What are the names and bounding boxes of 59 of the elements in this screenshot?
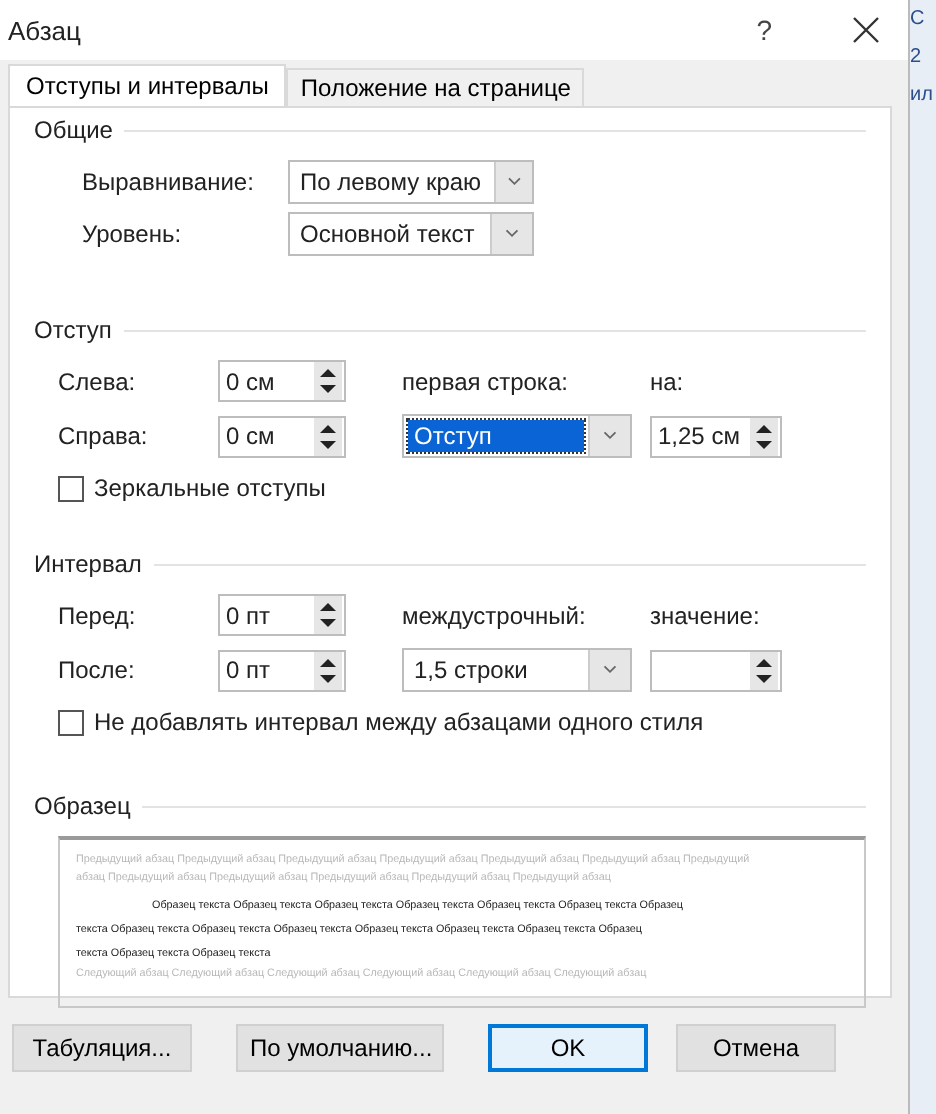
spin-value: 0 см bbox=[224, 422, 277, 450]
field-label: Слева: bbox=[56, 367, 138, 395]
close-icon[interactable] bbox=[852, 16, 880, 44]
field-label: междустрочный: bbox=[402, 601, 588, 629]
background-text: С bbox=[910, 8, 925, 30]
dropdown-value: 1,5 строки bbox=[412, 654, 530, 686]
spin-arrows-icon[interactable] bbox=[314, 596, 342, 634]
field-label: После: bbox=[56, 656, 137, 684]
dropdown[interactable]: 1,5 строки bbox=[402, 648, 632, 692]
section-title: Образец bbox=[34, 792, 131, 820]
checkbox[interactable] bbox=[58, 475, 84, 501]
spin-value: 0 см bbox=[224, 367, 277, 395]
background-text: 2 bbox=[910, 46, 922, 68]
section-title: Отступ bbox=[34, 316, 112, 344]
checkbox-label: Не добавлять интервал между абзацами одного стиля bbox=[94, 708, 704, 736]
dropdown[interactable]: Основной текст bbox=[288, 212, 534, 256]
spin-arrows-icon[interactable] bbox=[314, 651, 342, 689]
field-label: Выравнивание: bbox=[80, 168, 256, 196]
tab[interactable]: Положение на странице bbox=[286, 68, 585, 106]
spin-field[interactable]: 1,25 см bbox=[650, 415, 782, 457]
dropdown[interactable]: Отступ bbox=[402, 414, 632, 458]
field-label: Справа: bbox=[56, 422, 150, 450]
section-title: Интервал bbox=[34, 550, 142, 578]
chevron-down-icon bbox=[588, 650, 630, 690]
checkbox-label: Зеркальные отступы bbox=[94, 474, 326, 502]
spin-arrows-icon[interactable] bbox=[314, 417, 342, 455]
dialog-button[interactable]: Отмена bbox=[676, 1024, 836, 1072]
spin-value: 0 пт bbox=[224, 656, 273, 684]
dialog-button[interactable]: По умолчанию... bbox=[236, 1024, 444, 1072]
tab[interactable]: Отступы и интервалы bbox=[8, 64, 287, 106]
window-title: Абзац bbox=[8, 15, 83, 45]
dialog-button[interactable]: Табуляция... bbox=[12, 1024, 192, 1072]
spin-value: 0 пт bbox=[224, 601, 273, 629]
dropdown[interactable]: По левому краю bbox=[288, 160, 534, 204]
dialog-button[interactable]: OK bbox=[488, 1024, 648, 1072]
spin-field[interactable]: 0 см bbox=[218, 360, 346, 402]
chevron-down-icon bbox=[493, 162, 532, 202]
spin-arrows-icon[interactable] bbox=[314, 362, 342, 400]
chevron-down-icon bbox=[588, 416, 630, 456]
background-text: ил bbox=[910, 84, 933, 106]
field-label: на: bbox=[650, 367, 686, 395]
spin-value: 1,25 см bbox=[656, 422, 742, 450]
spin-arrows-icon[interactable] bbox=[750, 417, 778, 455]
spin-field[interactable]: 0 пт bbox=[218, 649, 346, 691]
dropdown-value: По левому краю bbox=[298, 166, 484, 198]
dropdown-value: Основной текст bbox=[298, 218, 477, 250]
spin-arrows-icon[interactable] bbox=[750, 651, 778, 689]
field-label: значение: bbox=[650, 601, 762, 629]
help-button[interactable]: ? bbox=[748, 14, 780, 46]
spin-field[interactable] bbox=[650, 649, 782, 691]
dropdown-value: Отступ bbox=[408, 420, 584, 452]
spin-field[interactable]: 0 см bbox=[218, 415, 346, 457]
checkbox[interactable] bbox=[58, 709, 84, 735]
spin-field[interactable]: 0 пт bbox=[218, 594, 346, 636]
field-label: первая строка: bbox=[402, 367, 570, 395]
field-label: Уровень: bbox=[80, 220, 184, 248]
section-title: Общие bbox=[34, 116, 113, 144]
chevron-down-icon bbox=[490, 214, 532, 254]
field-label: Перед: bbox=[56, 601, 138, 629]
